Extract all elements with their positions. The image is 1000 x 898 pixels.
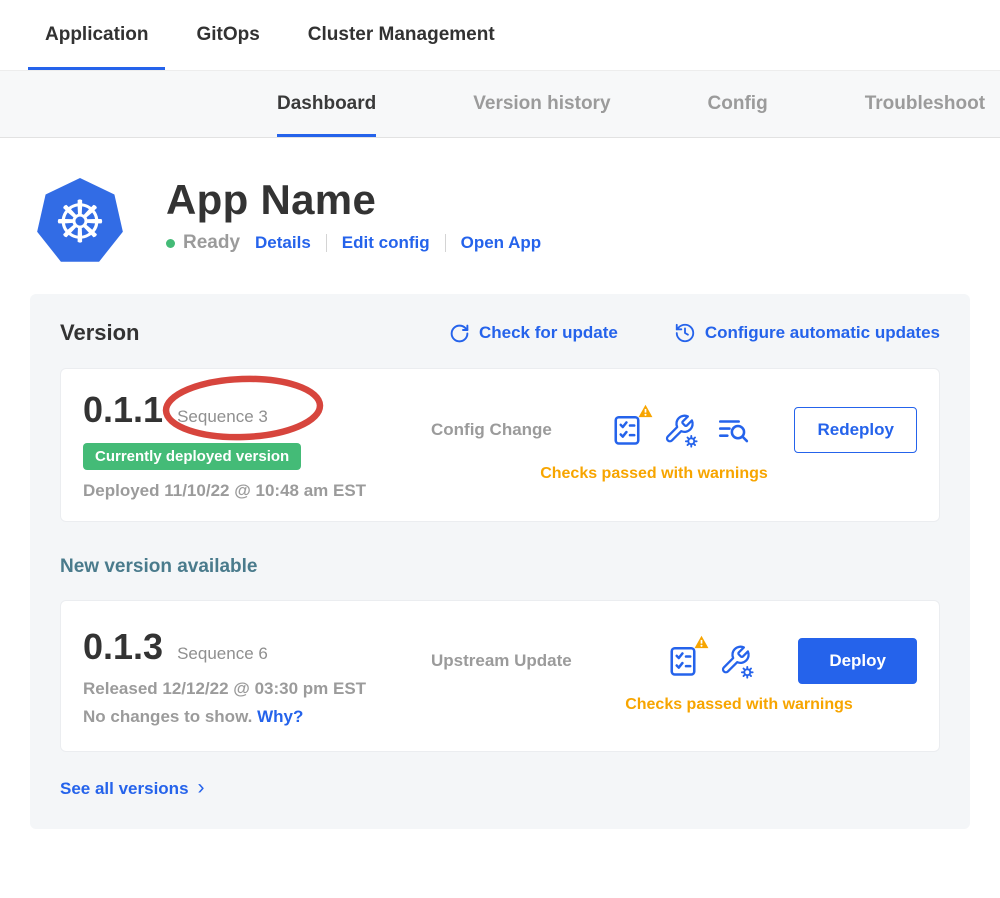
config-wrench-icon[interactable]: [663, 413, 698, 448]
subtab-troubleshoot[interactable]: Troubleshoot: [865, 71, 985, 137]
subtab-config[interactable]: Config: [708, 71, 768, 137]
current-version-source-label: Config Change: [431, 420, 552, 440]
new-sequence-label: Sequence 6: [177, 644, 268, 664]
divider: [445, 234, 446, 252]
warning-triangle-icon: [638, 404, 653, 418]
new-version-available-heading: New version available: [60, 556, 940, 578]
wrench-gear-icon: [663, 413, 698, 448]
new-version-info: 0.1.3 Sequence 6 Released 12/12/22 @ 03:…: [83, 626, 431, 727]
check-for-update-link[interactable]: Check for update: [449, 322, 618, 344]
view-files-icon[interactable]: [716, 413, 750, 447]
version-section: Version Check for update Configure autom…: [30, 294, 970, 829]
current-version-icons: Redeploy: [609, 407, 917, 453]
helm-wheel-icon: ☸: [54, 193, 106, 251]
open-app-link[interactable]: Open App: [461, 233, 542, 253]
refresh-icon: [449, 323, 470, 344]
details-link[interactable]: Details: [255, 233, 311, 253]
new-checks-status: Checks passed with warnings: [431, 696, 917, 714]
current-sequence-label: Sequence 3: [177, 407, 268, 427]
version-heading: Version: [60, 320, 139, 346]
new-version-source-label: Upstream Update: [431, 651, 572, 671]
released-timestamp: Released 12/12/22 @ 03:30 pm EST: [83, 679, 431, 699]
top-nav: Application GitOps Cluster Management: [0, 0, 1000, 71]
current-version-number: 0.1.1: [83, 389, 163, 431]
edit-config-link[interactable]: Edit config: [342, 233, 430, 253]
divider: [326, 234, 327, 252]
subtab-dashboard[interactable]: Dashboard: [277, 71, 376, 137]
file-search-icon: [716, 413, 750, 447]
new-version-card: 0.1.3 Sequence 6 Released 12/12/22 @ 03:…: [60, 600, 940, 752]
configure-automatic-updates-link[interactable]: Configure automatic updates: [674, 322, 940, 344]
tab-gitops[interactable]: GitOps: [196, 0, 259, 70]
warning-triangle-icon: [694, 635, 709, 649]
kubernetes-logo: ☸: [36, 178, 124, 266]
new-version-icons: Deploy: [665, 638, 917, 684]
new-version-actions: Upstream Update: [431, 638, 917, 714]
app-meta-row: Ready Details Edit config Open App: [166, 232, 541, 254]
subtab-version-history[interactable]: Version history: [473, 71, 610, 137]
current-version-actions: Config Change: [431, 407, 917, 483]
current-version-actions-row: Config Change: [431, 407, 917, 453]
new-version-actions-row: Upstream Update: [431, 638, 917, 684]
tab-application[interactable]: Application: [28, 0, 165, 70]
app-header: ☸ App Name Ready Details Edit config Ope…: [0, 138, 1000, 266]
status-text: Ready: [183, 232, 240, 254]
why-link[interactable]: Why?: [257, 707, 303, 726]
version-section-header: Version Check for update Configure autom…: [60, 320, 940, 346]
chevron-right-icon: ›: [198, 777, 205, 798]
no-changes-row: No changes to show. Why?: [83, 707, 431, 727]
deployed-timestamp: Deployed 11/10/22 @ 10:48 am EST: [83, 481, 431, 501]
sub-nav: Dashboard Version history Config Trouble…: [0, 71, 1000, 138]
no-changes-text: No changes to show.: [83, 707, 252, 726]
tab-cluster-management[interactable]: Cluster Management: [308, 0, 495, 70]
app-info: App Name Ready Details Edit config Open …: [166, 178, 541, 254]
new-version-number: 0.1.3: [83, 626, 163, 668]
check-for-update-label: Check for update: [479, 323, 618, 343]
current-checks-status: Checks passed with warnings: [431, 465, 917, 483]
new-version-row: 0.1.3 Sequence 6: [83, 626, 431, 668]
version-actions: Check for update Configure automatic upd…: [449, 322, 940, 344]
see-all-versions-label: See all versions: [60, 779, 189, 799]
page-title: App Name: [166, 178, 541, 222]
current-version-card: 0.1.1 Sequence 3 Currently deployed vers…: [60, 368, 940, 522]
see-all-versions-link[interactable]: See all versions ›: [60, 778, 205, 799]
app-status: Ready: [166, 232, 240, 254]
wrench-gear-icon: [719, 644, 754, 679]
current-version-info: 0.1.1 Sequence 3 Currently deployed vers…: [83, 389, 431, 501]
preflight-checks-icon[interactable]: [665, 643, 701, 679]
status-dot-icon: [166, 239, 175, 248]
redeploy-button[interactable]: Redeploy: [794, 407, 917, 453]
current-version-row: 0.1.1 Sequence 3: [83, 389, 431, 431]
deploy-button[interactable]: Deploy: [798, 638, 917, 684]
auto-update-clock-icon: [674, 322, 696, 344]
currently-deployed-badge: Currently deployed version: [83, 443, 301, 470]
preflight-checks-icon[interactable]: [609, 412, 645, 448]
config-wrench-icon[interactable]: [719, 644, 754, 679]
configure-automatic-updates-label: Configure automatic updates: [705, 323, 940, 343]
